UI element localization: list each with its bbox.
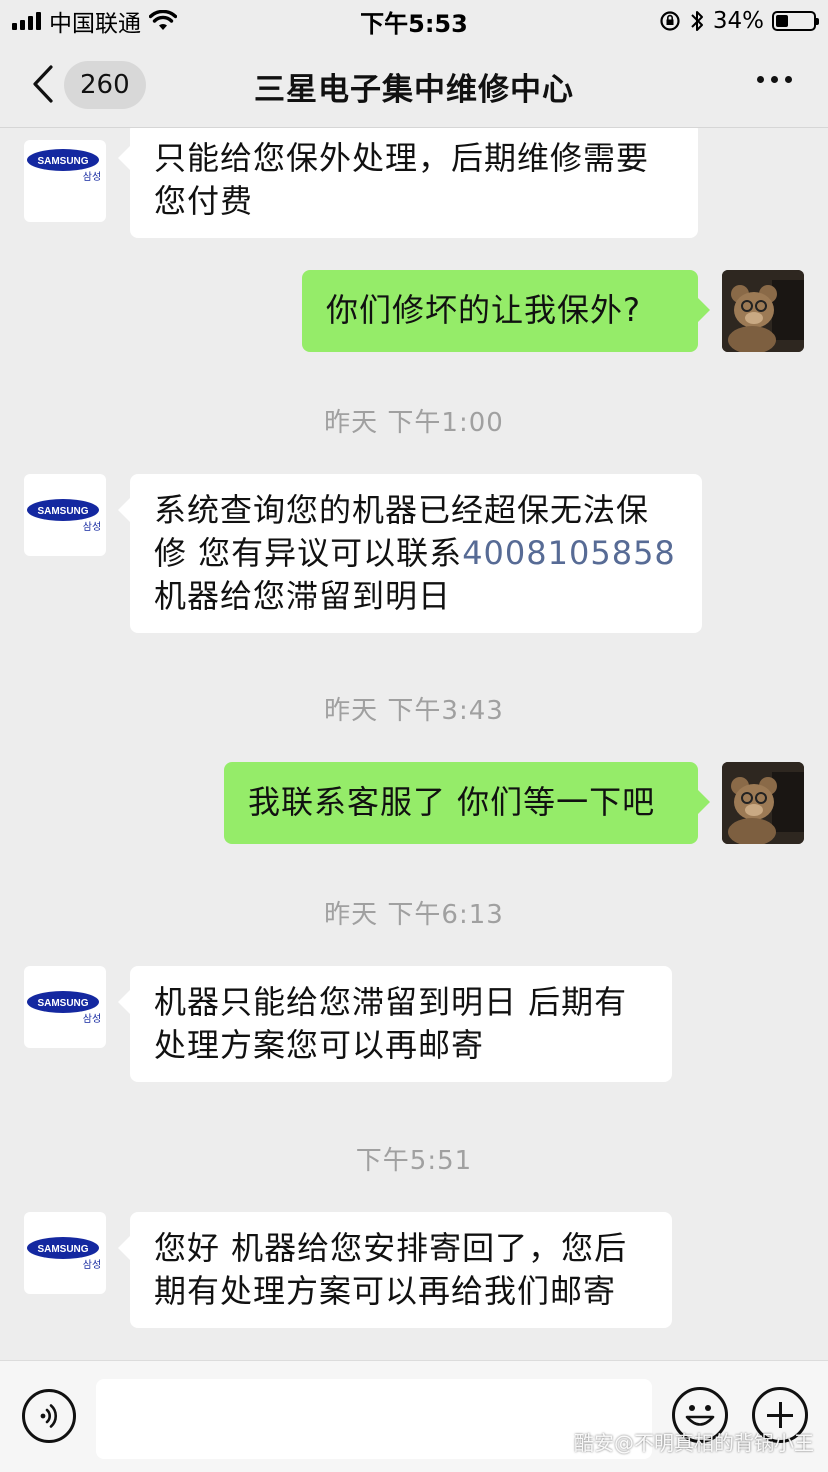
samsung-avatar[interactable]: SAMSUNG 삼성: [24, 140, 106, 222]
message-timestamp: 下午5:51: [355, 1146, 473, 1176]
chat-title: 三星电子集中维修中心: [254, 72, 574, 108]
svg-text:삼성: 삼성: [83, 1013, 101, 1025]
teddy-bear-avatar-icon: [722, 762, 804, 844]
samsung-avatar[interactable]: SAMSUNG 삼성: [24, 1212, 106, 1294]
more-dot-icon: [771, 76, 778, 83]
carrier-name: 中国联通: [49, 11, 141, 37]
samsung-logo-icon: SAMSUNG 삼성: [27, 1237, 101, 1271]
voice-input-button[interactable]: [22, 1389, 76, 1443]
more-options-button[interactable]: [757, 76, 792, 83]
more-dot-icon: [757, 76, 764, 83]
message-timestamp: 昨天 下午6:13: [324, 900, 504, 930]
teddy-bear-avatar-icon: [722, 270, 804, 352]
orientation-lock-icon: [660, 11, 680, 31]
samsung-avatar[interactable]: SAMSUNG 삼성: [24, 474, 106, 556]
battery-percent: 34%: [712, 8, 764, 34]
svg-text:삼성: 삼성: [83, 171, 101, 183]
bluetooth-icon: [691, 11, 703, 31]
phone-number-link[interactable]: 4008105858: [462, 534, 676, 572]
signal-strength-icon: [12, 12, 41, 30]
outgoing-message-bubble[interactable]: 我联系客服了 你们等一下吧: [224, 762, 710, 844]
incoming-message-bubble[interactable]: 机器只能给您滞留到明日 后期有处理方案您可以再邮寄: [118, 966, 672, 1082]
svg-text:삼성: 삼성: [83, 521, 101, 533]
svg-text:SAMSUNG: SAMSUNG: [37, 998, 88, 1009]
svg-text:SAMSUNG: SAMSUNG: [37, 156, 88, 167]
message-timestamp: 昨天 下午3:43: [324, 696, 504, 726]
status-bar: 中国联通 下午5:53 34%: [0, 0, 828, 42]
user-avatar[interactable]: [722, 762, 804, 844]
nav-bar: 260 三星电子集中维修中心: [0, 42, 828, 128]
message-text: 机器给您滞留到明日: [154, 577, 452, 615]
svg-text:삼성: 삼성: [83, 1259, 101, 1271]
svg-text:SAMSUNG: SAMSUNG: [37, 1244, 88, 1255]
samsung-logo-icon: SAMSUNG 삼성: [27, 149, 101, 183]
battery-icon: [771, 11, 819, 31]
svg-text:SAMSUNG: SAMSUNG: [37, 506, 88, 517]
wifi-icon: [149, 10, 177, 30]
samsung-logo-icon: SAMSUNG 삼성: [27, 499, 101, 533]
user-avatar[interactable]: [722, 270, 804, 352]
watermark: 酷安@不明真相的背锅小王: [574, 1431, 814, 1455]
chat-message-list[interactable]: SAMSUNG 삼성 只能给您保外处理，后期维修需要您付费 你们修坏的让我保外?…: [0, 128, 828, 1360]
message-input[interactable]: [96, 1379, 652, 1459]
clock: 下午5:53: [360, 9, 468, 38]
message-timestamp: 昨天 下午1:00: [324, 408, 504, 438]
voice-icon: [40, 1404, 58, 1428]
samsung-avatar[interactable]: SAMSUNG 삼성: [24, 966, 106, 1048]
more-dot-icon: [785, 76, 792, 83]
incoming-message-bubble[interactable]: 您好 机器给您安排寄回了，您后期有处理方案可以再给我们邮寄: [118, 1212, 672, 1328]
incoming-message-bubble[interactable]: 系统查询您的机器已经超保无法保修 您有异议可以联系4008105858 机器给您…: [118, 474, 702, 633]
input-bar: 酷安@不明真相的背锅小王: [0, 1360, 828, 1472]
incoming-message-bubble[interactable]: 只能给您保外处理，后期维修需要您付费: [118, 128, 698, 238]
outgoing-message-bubble[interactable]: 你们修坏的让我保外?: [302, 270, 710, 352]
samsung-logo-icon: SAMSUNG 삼성: [27, 991, 101, 1025]
